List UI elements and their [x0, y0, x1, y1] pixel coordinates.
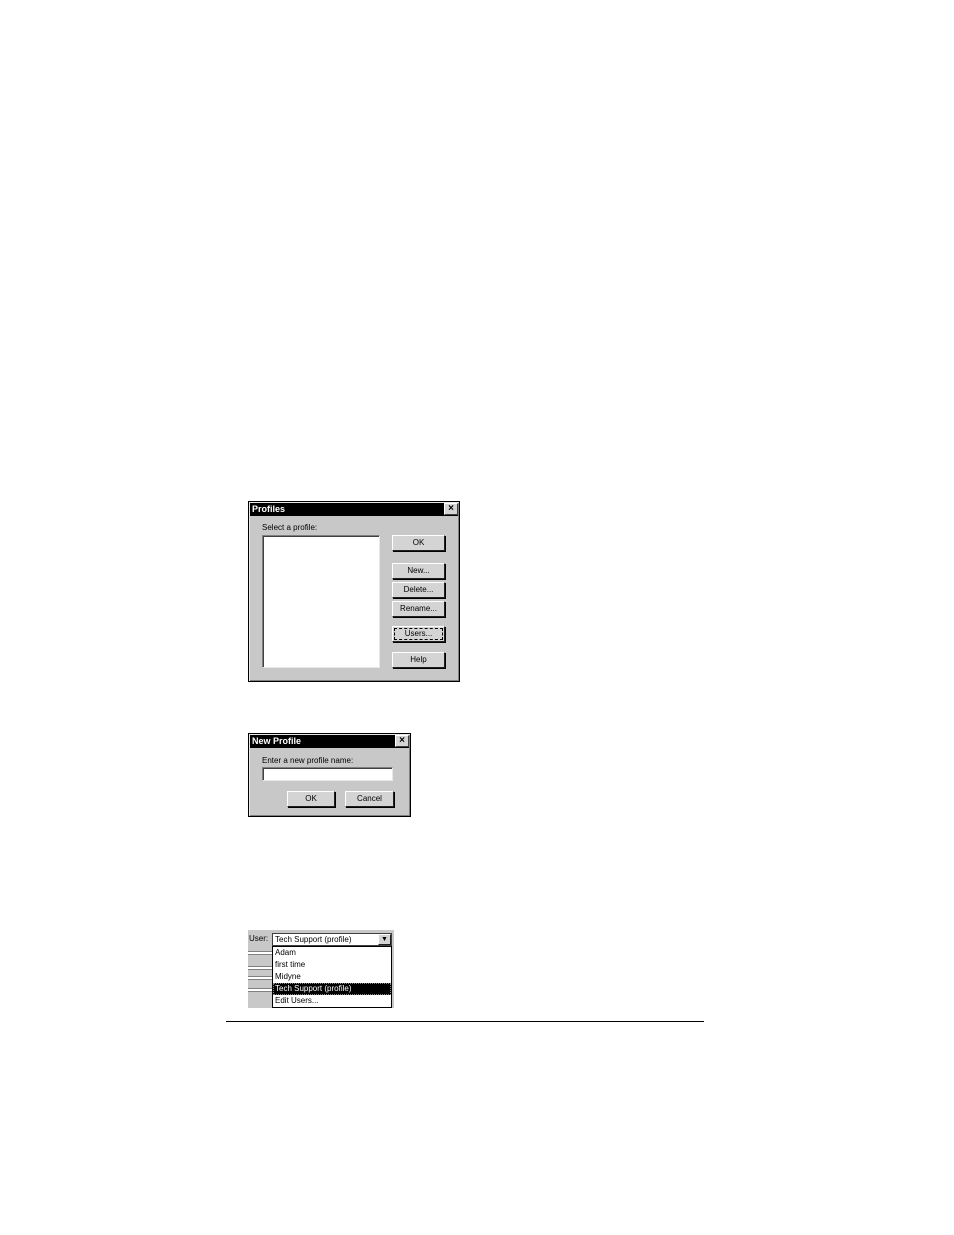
list-item[interactable]: first time [273, 959, 391, 971]
chevron-down-icon[interactable]: ▼ [378, 934, 391, 945]
profiles-dialog: Profiles × Select a profile: OK New... D… [248, 501, 460, 682]
field-stub [248, 951, 272, 955]
select-profile-label: Select a profile: [262, 523, 318, 532]
new-profile-title: New Profile [252, 736, 302, 746]
field-stub [248, 966, 272, 970]
cancel-button[interactable]: Cancel [345, 791, 394, 807]
field-stub [248, 976, 272, 980]
ok-button[interactable]: OK [287, 791, 335, 807]
ok-button[interactable]: OK [392, 535, 445, 551]
user-dropdown-list: Adam first time Midyne Tech Support (pro… [272, 946, 392, 1008]
new-profile-title-bar[interactable]: New Profile [250, 735, 409, 748]
page-divider [226, 1021, 704, 1022]
list-item-selected[interactable]: Tech Support (profile) [273, 983, 391, 995]
profiles-title-bar[interactable]: Profiles [250, 503, 458, 516]
new-profile-button[interactable]: New... [392, 563, 445, 579]
profiles-title: Profiles [252, 504, 286, 514]
delete-profile-button[interactable]: Delete... [392, 582, 445, 598]
help-button[interactable]: Help [392, 652, 445, 668]
user-combo[interactable]: Tech Support (profile) [272, 933, 392, 946]
close-icon[interactable]: × [444, 503, 458, 515]
new-profile-dialog: New Profile × Enter a new profile name: … [248, 733, 411, 817]
list-item[interactable]: Midyne [273, 971, 391, 983]
user-combo-value: Tech Support (profile) [275, 935, 352, 944]
new-profile-name-label: Enter a new profile name: [262, 756, 354, 765]
list-item[interactable]: Edit Users... [273, 995, 391, 1007]
close-icon[interactable]: × [395, 735, 409, 747]
field-stub [248, 988, 272, 992]
rename-profile-button[interactable]: Rename... [392, 601, 445, 617]
list-item[interactable]: Adam [273, 947, 391, 959]
users-button[interactable]: Users... [392, 626, 445, 642]
profile-name-input[interactable] [262, 767, 393, 781]
user-label: User: [249, 934, 269, 943]
profile-list[interactable] [262, 535, 380, 668]
